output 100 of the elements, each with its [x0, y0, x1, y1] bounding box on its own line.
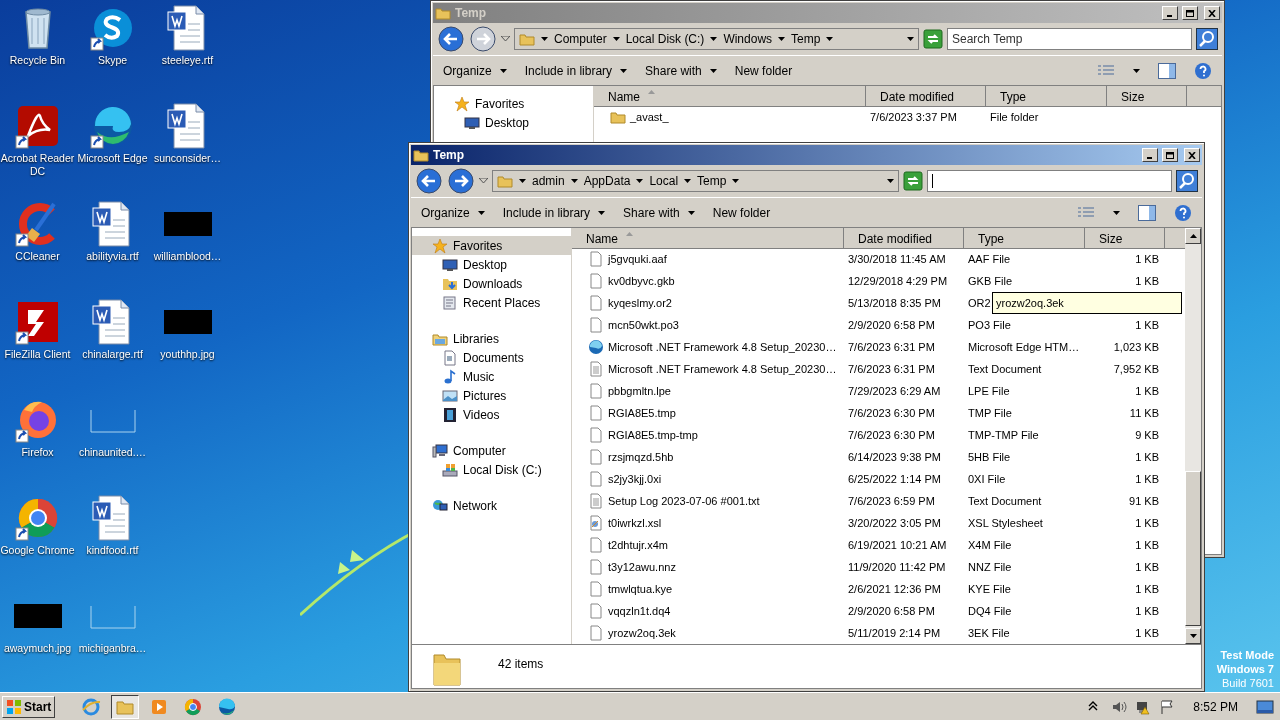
file-name[interactable]: t3y12awu.nnz: [572, 558, 844, 576]
nav-item[interactable]: Recent Places: [412, 293, 571, 312]
breadcrumb-link[interactable]: AppData: [583, 172, 631, 190]
file-name[interactable]: t2dhtujr.x4m: [572, 536, 844, 554]
clock[interactable]: 8:52 PM: [1183, 697, 1248, 716]
file-name[interactable]: Setup Log 2023-07-06 #001.txt: [572, 492, 844, 510]
nav-item[interactable]: Libraries: [412, 329, 571, 348]
file-name[interactable]: kyqeslmy.or2: [572, 294, 844, 312]
breadcrumb-link[interactable]: Computer: [554, 30, 607, 48]
forward-button[interactable]: [447, 167, 475, 195]
desktop-icon-label[interactable]: Acrobat Reader DC: [0, 152, 75, 178]
column-header[interactable]: Name: [594, 86, 866, 107]
history-caret-icon[interactable]: [479, 178, 488, 184]
show-desktop-icon[interactable]: [1256, 698, 1274, 715]
address-bar[interactable]: Computer Local Disk (C:) Windows Temp: [514, 28, 919, 50]
nav-item[interactable]: Desktop: [434, 113, 593, 132]
search-field[interactable]: Search Temp: [947, 28, 1192, 50]
search-button[interactable]: [1196, 28, 1218, 50]
close-button[interactable]: [1184, 148, 1200, 162]
scrollbar[interactable]: [1185, 228, 1201, 644]
desktop-icon-label[interactable]: williamblood…: [150, 250, 225, 263]
desktop-icon-label[interactable]: abilityvia.rtf: [75, 250, 150, 263]
file-name[interactable]: tmwlqtua.kye: [572, 580, 844, 598]
minimize-button[interactable]: [1142, 148, 1158, 162]
desktop-icon-label[interactable]: CCleaner: [0, 250, 75, 263]
toolbar-button[interactable]: Include in library: [524, 61, 628, 80]
start-button[interactable]: Start: [2, 695, 56, 718]
breadcrumb-link[interactable]: Windows: [723, 30, 773, 48]
history-caret-icon[interactable]: [501, 36, 510, 42]
maximize-button[interactable]: [1162, 148, 1178, 162]
toolbar-button[interactable]: Share with: [645, 61, 717, 80]
file-name[interactable]: RGIA8E5.tmp-tmp: [572, 426, 844, 444]
refresh-button[interactable]: [903, 171, 923, 191]
file-name[interactable]: t0iwrkzl.xsl: [572, 514, 844, 532]
file-name[interactable]: s2jy3kjj.0xi: [572, 470, 844, 488]
column-header[interactable]: Type: [986, 86, 1107, 107]
column-header[interactable]: Type: [964, 228, 1085, 249]
file-name[interactable]: j5gvquki.aaf: [572, 250, 844, 268]
forward-button[interactable]: [469, 25, 497, 53]
toolbar-button[interactable]: Share with: [623, 203, 695, 222]
breadcrumb-link[interactable]: Temp: [791, 30, 821, 48]
close-button[interactable]: [1204, 6, 1220, 20]
nav-item[interactable]: Downloads: [412, 274, 571, 293]
taskbar-button[interactable]: [111, 694, 140, 719]
back-button[interactable]: [437, 25, 465, 53]
file-name[interactable]: pbbgmltn.lpe: [572, 382, 844, 400]
breadcrumb-link[interactable]: Local: [649, 172, 679, 190]
minimize-button[interactable]: [1162, 6, 1178, 20]
nav-item[interactable]: Desktop: [412, 255, 571, 274]
file-name[interactable]: mcn50wkt.po3: [572, 316, 844, 334]
preview-pane-icon[interactable]: [1138, 204, 1156, 221]
column-header[interactable]: Size: [1085, 228, 1165, 249]
desktop-icon-label[interactable]: FileZilla Client: [0, 348, 75, 361]
toolbar-button[interactable]: Organize: [421, 203, 485, 222]
column-header[interactable]: Date modified: [844, 228, 964, 249]
nav-item[interactable]: Network: [412, 496, 571, 515]
column-header[interactable]: Name: [572, 228, 844, 249]
desktop-icon-label[interactable]: steeleye.rtf: [150, 54, 225, 67]
column-header[interactable]: Size: [1107, 86, 1187, 107]
desktop-icon-label[interactable]: chinalarge.rtf: [75, 348, 150, 361]
file-name[interactable]: Microsoft .NET Framework 4.8 Setup_20230…: [572, 360, 844, 378]
column-header[interactable]: Date modified: [866, 86, 986, 107]
nav-item[interactable]: Local Disk (C:): [412, 460, 571, 479]
desktop-icon-label[interactable]: sunconsider…: [150, 152, 225, 165]
help-icon[interactable]: [1174, 203, 1192, 222]
nav-item[interactable]: Documents: [412, 348, 571, 367]
toolbar-button[interactable]: New folder: [712, 203, 771, 222]
nav-item[interactable]: Favorites: [412, 236, 571, 255]
toolbar-button[interactable]: New folder: [734, 61, 793, 80]
file-name[interactable]: Microsoft .NET Framework 4.8 Setup_20230…: [572, 338, 844, 356]
file-name[interactable]: _avast_: [594, 108, 866, 126]
refresh-button[interactable]: [923, 29, 943, 49]
breadcrumb-link[interactable]: Local Disk (C:): [625, 30, 705, 48]
breadcrumb-link[interactable]: Temp: [697, 172, 727, 190]
search-field[interactable]: [927, 170, 1172, 192]
nav-item[interactable]: Music: [412, 367, 571, 386]
desktop-icon-label[interactable]: Firefox: [0, 446, 75, 459]
toolbar-button[interactable]: Organize: [443, 61, 507, 80]
desktop-icon-label[interactable]: Google Chrome: [0, 544, 75, 557]
file-name[interactable]: rzsjmqzd.5hb: [572, 448, 844, 466]
toolbar-button[interactable]: Include in library: [502, 203, 606, 222]
desktop-icon-label[interactable]: Microsoft Edge: [75, 152, 150, 165]
back-button[interactable]: [415, 167, 443, 195]
desktop-icon-label[interactable]: chinaunited.…: [75, 446, 150, 459]
desktop-icon-label[interactable]: kindfood.rtf: [75, 544, 150, 557]
desktop-icon-label[interactable]: youthhp.jpg: [150, 348, 225, 361]
file-name[interactable]: kv0dbyvc.gkb: [572, 272, 844, 290]
desktop-icon-label[interactable]: Recycle Bin: [0, 54, 75, 67]
search-button[interactable]: [1176, 170, 1198, 192]
nav-item[interactable]: Favorites: [434, 94, 593, 113]
nav-item[interactable]: Computer: [412, 441, 571, 460]
scroll-up-icon[interactable]: [1189, 234, 1197, 238]
breadcrumb-link[interactable]: admin: [532, 172, 565, 190]
nav-item[interactable]: Pictures: [412, 386, 571, 405]
file-name[interactable]: yrozw2oq.3ek: [572, 624, 844, 642]
file-name[interactable]: vqqzln1t.dq4: [572, 602, 844, 620]
address-bar[interactable]: admin AppData Local Temp: [492, 170, 899, 192]
preview-pane-icon[interactable]: [1158, 62, 1176, 79]
desktop-icon-label[interactable]: Skype: [75, 54, 150, 67]
scroll-thumb[interactable]: [1185, 471, 1201, 626]
